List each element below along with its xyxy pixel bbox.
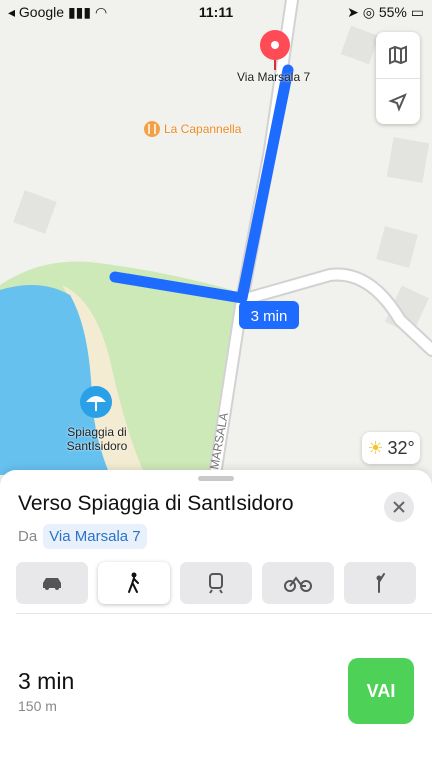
map-icon[interactable] bbox=[376, 32, 420, 78]
close-icon bbox=[393, 501, 405, 513]
poi-label[interactable]: La Capannella bbox=[164, 122, 241, 136]
sheet-title: Verso Spiaggia di SantIsidoro bbox=[18, 492, 294, 515]
walk-icon bbox=[128, 572, 139, 593]
route-distance: 150 m bbox=[18, 698, 57, 714]
divider bbox=[16, 613, 432, 614]
location-icon: ➤ bbox=[347, 4, 359, 20]
weather-badge: ☀ 32° bbox=[362, 432, 420, 464]
go-button[interactable]: VAI bbox=[348, 658, 414, 724]
origin-chip[interactable]: Via Marsala 7 bbox=[43, 524, 147, 549]
mode-walk[interactable] bbox=[98, 562, 170, 604]
location-arrow-icon[interactable] bbox=[376, 78, 420, 124]
eta-bubble: 3 min bbox=[239, 301, 299, 329]
transport-modes bbox=[16, 562, 416, 604]
mode-train[interactable] bbox=[180, 562, 252, 604]
mode-bike[interactable] bbox=[262, 562, 334, 604]
train-icon bbox=[209, 573, 223, 594]
destination-label: Via Marsala 7 bbox=[237, 70, 311, 84]
sheet-handle[interactable] bbox=[198, 476, 234, 481]
map-controls bbox=[376, 32, 420, 124]
mode-car[interactable] bbox=[16, 562, 88, 604]
svg-text:3 min: 3 min bbox=[251, 308, 288, 325]
status-bar: ◂ Google ▮▮▮ ◠ 11:11 ➤ ◎ 55% ▭ bbox=[0, 0, 432, 24]
mode-rideshare[interactable] bbox=[344, 562, 416, 604]
from-label: Da bbox=[18, 528, 38, 545]
person-waving-icon bbox=[376, 573, 385, 593]
fork-knife-icon[interactable] bbox=[144, 121, 160, 137]
battery-percent: 55% bbox=[378, 4, 407, 20]
beach-umbrella-icon[interactable] bbox=[80, 386, 112, 418]
route-eta: 3 min bbox=[18, 668, 75, 694]
bike-icon bbox=[284, 576, 312, 592]
beach-label[interactable]: Spiaggia di SantIsidoro bbox=[62, 425, 132, 453]
close-button[interactable] bbox=[384, 492, 414, 522]
from-row: Da Via Marsala 7 bbox=[18, 524, 147, 549]
car-icon bbox=[43, 578, 61, 590]
directions-sheet: Verso Spiaggia di SantIsidoro Da Via Mar… bbox=[0, 470, 432, 768]
battery-icon: ▭ bbox=[410, 4, 424, 20]
sun-icon: ☀ bbox=[367, 437, 384, 458]
